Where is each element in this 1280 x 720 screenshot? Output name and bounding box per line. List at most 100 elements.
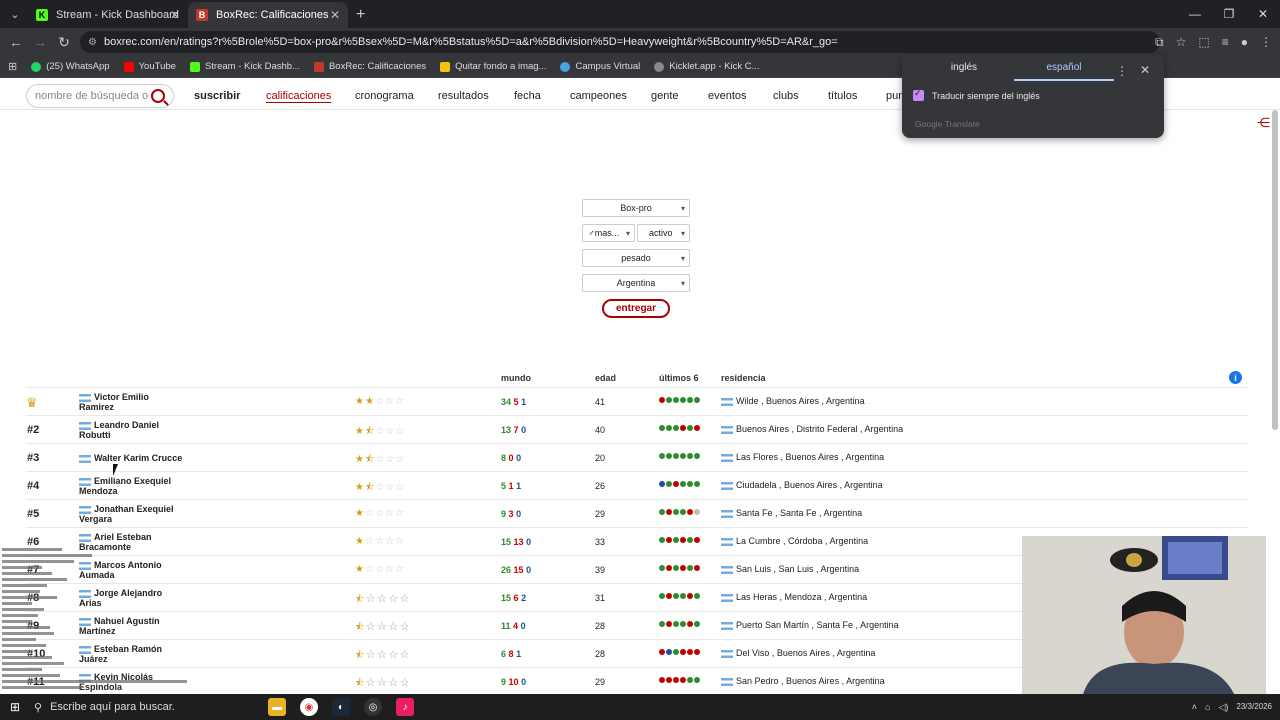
translate-icon[interactable]: ⧉ [1155,35,1164,50]
record-draws: 0 [516,509,522,519]
residence-link[interactable]: La Cumbre , Córdoba , Argentina [721,536,868,546]
last-six-results [659,675,701,685]
boxer-name-link[interactable]: Leandro Daniel Robutti [79,420,189,440]
nav-calificaciones[interactable]: calificaciones [266,90,332,103]
bookmark-remove-bg[interactable]: Quitar fondo a imag... [440,61,546,72]
nav-titulos[interactable]: títulos [828,90,857,102]
url-input[interactable]: ⚙ boxrec.com/en/ratings?r%5Brole%5D=box-… [80,31,1160,53]
residence-link[interactable]: Ciudadela , Buenos Aires , Argentina [721,480,883,490]
residence-link[interactable]: Del Viso , Buenos Aires , Argentina [721,648,875,658]
taskbar-clock[interactable]: 23/3/2026 [1236,702,1272,712]
site-info-icon[interactable]: ⚙ [88,37,97,48]
tab-search-icon[interactable]: ⌄ [2,1,28,27]
close-icon[interactable]: ✕ [330,8,340,22]
nav-resultados[interactable]: resultados [438,90,489,102]
apps-icon[interactable]: ⊞ [8,60,17,73]
close-icon[interactable]: ✕ [170,8,180,22]
search-icon[interactable] [151,89,165,103]
boxer-name-link[interactable]: Walter Karim Crucce [79,453,189,463]
minimize-icon[interactable]: — [1178,0,1212,28]
windows-start-icon[interactable]: ⊞ [10,700,20,714]
boxer-name-link[interactable]: Emiliano Exequiel Mendoza [79,476,189,496]
tab-boxrec[interactable]: B BoxRec: Calificaciones ✕ [188,2,348,28]
chrome-icon[interactable]: ◉ [300,698,318,716]
star-icon: ☆ [384,396,395,407]
nav-suscribir[interactable]: suscribir [194,90,240,102]
nav-campeones[interactable]: campeones [570,90,627,102]
boxer-name-link[interactable]: Jonathan Exequiel Vergara [79,504,189,524]
forward-icon[interactable]: → [28,34,52,50]
result-dot [666,593,672,599]
checkbox-checked-icon[interactable] [913,88,924,101]
table-row[interactable]: #4 Emiliano Exequiel Mendoza ★⯪☆☆☆ 5 1 1 26 C… [26,471,1248,499]
bookmark-youtube[interactable]: YouTube [123,61,176,72]
back-icon[interactable]: ← [4,34,28,50]
sex-select[interactable]: ♂mas... [582,224,635,242]
residence-link[interactable]: Puerto San Martín , Santa Fe , Argentina [721,620,899,630]
close-icon[interactable]: ✕ [1140,63,1150,77]
always-translate-checkbox[interactable]: Traducir siempre del inglés [913,88,1040,101]
steam-icon[interactable]: ◐ [332,698,350,716]
result-dot [694,621,700,627]
search-icon: ⚲ [34,701,43,714]
menu-icon[interactable]: ⋮ [1260,35,1272,49]
bookmark-boxrec[interactable]: BoxRec: Calificaciones [313,61,426,72]
file-explorer-icon[interactable]: ▬ [268,698,286,716]
close-window-icon[interactable]: ✕ [1246,0,1280,28]
residence-link[interactable]: Las Heras , Mendoza , Argentina [721,592,867,602]
bookmark-star-icon[interactable]: ☆ [1176,35,1187,49]
extensions-icon[interactable]: ⬚ [1198,35,1209,49]
residence-link[interactable]: Las Flores , Buenos Aires , Argentina [721,452,884,462]
share-icon[interactable]: ⋲ [1257,115,1270,131]
boxer-name-link[interactable]: Victor Emilio Ramirez [79,392,189,412]
media-icon[interactable]: ≡ [1222,35,1229,49]
reload-icon[interactable]: ↻ [52,34,76,51]
country-select[interactable]: Argentina [582,274,690,292]
nav-clubs[interactable]: clubs [773,90,799,102]
bookmark-kicklet[interactable]: Kicklet.app - Kick C... [654,61,760,72]
world-record: 11 4 0 [501,621,526,631]
taskbar-search[interactable]: ⚲ Escribe aquí para buscar. [34,697,210,717]
residence-link[interactable]: Santa Fe , Santa Fe , Argentina [721,508,862,518]
volume-icon[interactable]: ◁) [1218,702,1228,713]
bookmark-kick[interactable]: Stream - Kick Dashb... [189,61,300,72]
header-last6[interactable]: últimos 6 [659,373,699,383]
bookmark-whatsapp[interactable]: (25) WhatsApp [31,61,110,72]
age-value: 39 [595,565,606,575]
obs-icon[interactable]: ◎ [364,698,382,716]
site-search-input[interactable]: nombre de búsqueda o [26,84,174,108]
restore-icon[interactable]: ❐ [1212,0,1246,28]
residence-link[interactable]: San Pedro , Buenos Aires , Argentina [721,676,885,686]
table-row[interactable]: ♛ Victor Emilio Ramirez ★★☆☆☆ 34 5 1 41 Wilde… [26,387,1248,415]
division-select[interactable]: pesado [582,249,690,267]
tray-chevron-icon[interactable]: ˄ [1192,702,1197,712]
table-row[interactable]: #5 Jonathan Exequiel Vergara ★☆☆☆☆ 9 3 0 29 S… [26,499,1248,527]
more-options-icon[interactable]: ⋮ [1116,64,1128,78]
header-age[interactable]: edad [595,373,616,383]
info-icon[interactable]: i [1229,371,1242,384]
translate-tab-target[interactable]: español [1014,62,1114,81]
status-select[interactable]: activo [637,224,690,242]
header-world[interactable]: mundo [501,373,531,383]
new-tab-button[interactable]: + [356,6,365,24]
nav-cronograma[interactable]: cronograma [355,90,414,102]
translate-tab-source[interactable]: inglés [914,62,1014,81]
profile-avatar[interactable]: ● [1241,35,1248,49]
header-residence[interactable]: residencia [721,373,766,383]
tiktok-icon[interactable]: ♪ [396,698,414,716]
role-select[interactable]: Box-pro [582,199,690,217]
table-row[interactable]: #3 Walter Karim Crucce ★⯪☆☆☆ 8 0 0 20 Las Fl… [26,443,1248,471]
residence-link[interactable]: San Luis , San Luis , Argentina [721,564,859,574]
network-icon[interactable]: ⌂ [1205,702,1210,712]
nav-gente[interactable]: gente [651,90,679,102]
nav-eventos[interactable]: eventos [708,90,747,102]
tab-kick[interactable]: K Stream - Kick Dashboard ✕ [28,2,188,28]
residence-link[interactable]: Wilde , Buenos Aires , Argentina [721,396,865,406]
nav-fecha[interactable]: fecha [514,90,541,102]
argentina-flag-icon [721,537,733,546]
result-dot [680,565,686,571]
table-row[interactable]: #2 Leandro Daniel Robutti ★⯪☆☆☆ 13 7 0 40 Bue… [26,415,1248,443]
residence-link[interactable]: Buenos Aires , Distrito Federal , Argent… [721,424,903,434]
submit-button[interactable]: entregar [602,299,670,318]
bookmark-campus[interactable]: Campus Virtual [560,61,640,72]
